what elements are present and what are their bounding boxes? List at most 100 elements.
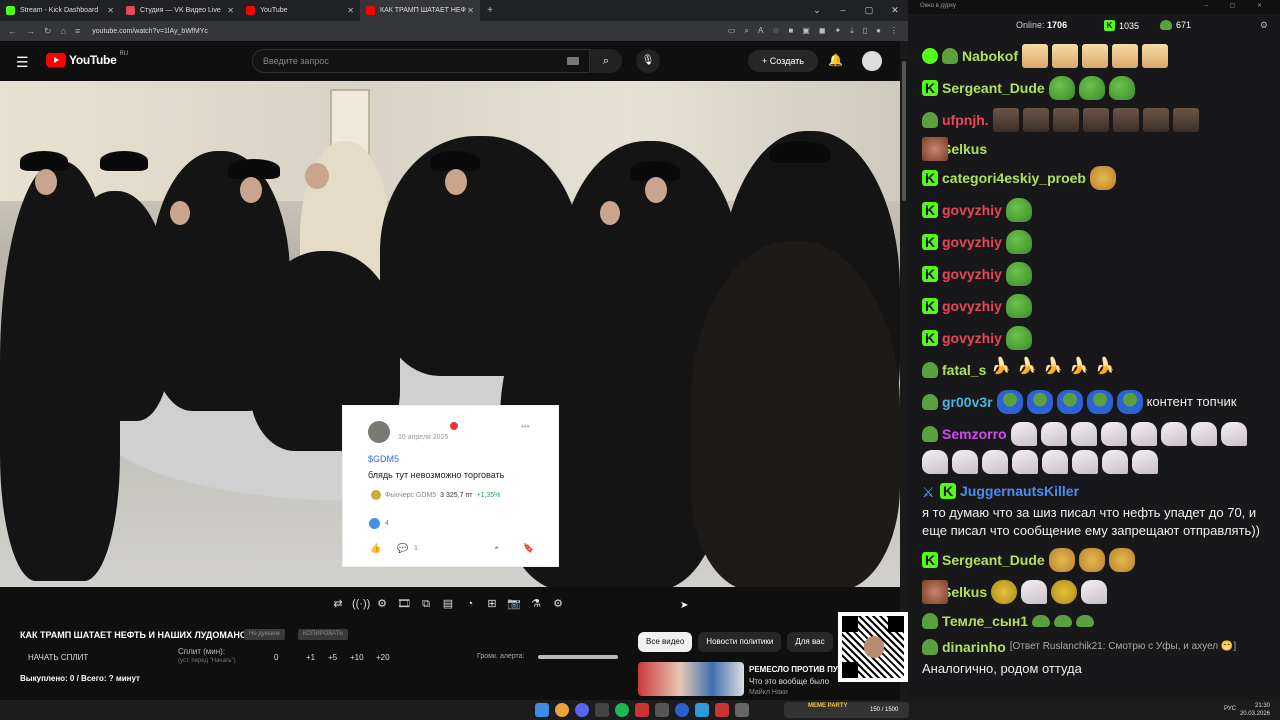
cast-icon[interactable]: ▭ — [728, 26, 736, 36]
window-controls[interactable]: – ▢ ✕ — [1205, 2, 1272, 9]
menu-hamburger-icon[interactable]: ☰ — [16, 54, 29, 71]
translate-icon[interactable]: A — [758, 26, 763, 36]
app-icon[interactable] — [635, 703, 649, 717]
chat-username[interactable]: dinarinho — [942, 638, 1006, 656]
more-icon[interactable]: ••• — [521, 422, 529, 431]
app-icon[interactable] — [735, 703, 749, 717]
chip-all-videos[interactable]: Все видео — [638, 632, 693, 652]
maximize-icon[interactable]: ▢ — [856, 0, 882, 21]
inc-10-button[interactable]: +10 — [350, 653, 364, 662]
back-icon[interactable]: ← — [8, 26, 17, 37]
clock[interactable]: 21:30 20.03.2026 — [1240, 702, 1270, 718]
gear-icon[interactable]: ⚙ — [550, 596, 566, 612]
scrollbar-thumb[interactable] — [902, 61, 906, 201]
create-button[interactable]: + Создать — [748, 50, 818, 72]
close-icon[interactable]: ✕ — [227, 6, 234, 15]
extension-icon[interactable]: ■ — [788, 26, 793, 36]
inc-20-button[interactable]: +20 — [376, 653, 390, 662]
frames-icon[interactable]: ▤ — [440, 596, 456, 612]
screenshot-icon[interactable]: 📷 — [506, 596, 522, 612]
chat-username[interactable]: JuggernautsKiller — [960, 482, 1079, 500]
chat-username[interactable]: categori4eskiy_proeb — [942, 169, 1086, 187]
close-window-icon[interactable]: ✕ — [882, 0, 908, 21]
comment-icon[interactable]: 💬 — [397, 543, 408, 554]
url-field[interactable]: youtube.com/watch?v=1lAy_bWfMYc — [92, 28, 728, 35]
chat-username[interactable]: Nabokof — [962, 47, 1018, 65]
new-tab-button[interactable]: + — [480, 0, 500, 21]
search-input[interactable]: Введите запрос — [252, 49, 590, 73]
share-icon[interactable]: ◓ — [494, 543, 499, 553]
close-icon[interactable]: ✕ — [347, 6, 354, 15]
app-icon[interactable] — [715, 703, 729, 717]
tab-video[interactable]: КАК ТРАМП ШАТАЕТ НЕФ ✕ — [360, 0, 480, 21]
tab-vk-studio[interactable]: Студия — VK Видео Live ✕ — [120, 0, 240, 21]
bookmark-icon[interactable]: ☆ — [772, 26, 779, 36]
home-icon[interactable]: ⌂ — [61, 26, 66, 37]
camera-settings-icon[interactable]: ⚙ — [374, 596, 390, 612]
menu-icon[interactable]: ⋮ — [890, 26, 898, 36]
pip-icon[interactable]: ⧉ — [418, 596, 434, 612]
chat-username[interactable]: gr00v3r — [942, 393, 993, 411]
sidebar-icon[interactable]: ▯ — [863, 26, 867, 36]
start-split-button[interactable]: НАЧАТЬ СПЛИТ — [28, 653, 88, 662]
chat-username[interactable]: fatal_s — [942, 361, 986, 379]
spotify-icon[interactable] — [615, 703, 629, 717]
zoom-icon[interactable]: ⌕ — [744, 26, 748, 36]
app-icon[interactable] — [675, 703, 689, 717]
download-icon[interactable]: ⤓ — [850, 26, 854, 36]
reload-icon[interactable]: ↻ — [44, 26, 52, 37]
chat-username[interactable]: Selkus — [942, 140, 987, 158]
flask-icon[interactable]: ⚗ — [528, 596, 544, 612]
inc-5-button[interactable]: +5 — [328, 653, 337, 662]
broadcast-icon[interactable]: ((·)) — [352, 596, 370, 612]
keyboard-language[interactable]: РУС — [1224, 706, 1236, 712]
chat-username[interactable]: Semzorro — [942, 425, 1007, 443]
film-icon[interactable]: 🎞 — [396, 596, 412, 612]
app-icon[interactable] — [655, 703, 669, 717]
alert-volume-slider[interactable] — [538, 655, 618, 659]
puzzle-icon[interactable]: ✦ — [835, 26, 842, 36]
avatar[interactable] — [862, 51, 882, 71]
minimize-icon[interactable]: – — [830, 0, 856, 21]
site-info-icon[interactable]: ≡ — [75, 26, 80, 37]
recommended-video[interactable]: РЕМЕСЛО ПРОТИВ ПУ Что это вообще было Ма… — [638, 662, 838, 698]
copy-button[interactable]: КОПИРОВАТЬ — [298, 629, 349, 640]
bell-icon[interactable]: 🔔 — [828, 53, 843, 67]
pill-button[interactable]: Не думаем — [244, 629, 285, 640]
chat-username[interactable]: govyzhiy — [942, 329, 1002, 347]
keyboard-icon[interactable] — [567, 57, 579, 65]
chip-for-you[interactable]: Для вас — [787, 632, 833, 652]
plus-box-icon[interactable]: ⊞ — [484, 596, 500, 612]
gear-icon[interactable]: ⚙ — [1260, 20, 1268, 31]
tab-youtube[interactable]: YouTube ✕ — [240, 0, 360, 21]
chat-username[interactable]: Темле_сын1 — [942, 612, 1028, 630]
windows-start-icon[interactable] — [535, 703, 549, 717]
chat-username[interactable]: ufpnjh. — [942, 111, 989, 129]
chat-username[interactable]: govyzhiy — [942, 265, 1002, 283]
chat-username[interactable]: govyzhiy — [942, 297, 1002, 315]
swap-icon[interactable]: ⇄ — [330, 596, 346, 612]
profile-icon[interactable]: ● — [876, 26, 881, 36]
recommended-title[interactable]: РЕМЕСЛО ПРОТИВ ПУ — [749, 665, 838, 674]
forward-icon[interactable]: → — [26, 26, 35, 37]
chrome-icon[interactable] — [555, 703, 569, 717]
chat-username[interactable]: Sergeant_Dude — [942, 79, 1045, 97]
voice-search-button[interactable]: 🎙 — [636, 49, 660, 73]
extension-icon[interactable]: ◼ — [819, 26, 826, 36]
split-value[interactable]: 0 — [274, 653, 278, 662]
tab-kick-dashboard[interactable]: Stream - Kick Dashboard ✕ — [0, 0, 120, 21]
extension-icon[interactable]: ▣ — [802, 26, 810, 36]
search-button[interactable]: ⌕ — [590, 49, 622, 73]
chat-username[interactable]: Sergeant_Dude — [942, 551, 1045, 569]
youtube-logo[interactable]: YouTube RU — [46, 51, 128, 67]
page-scrollbar[interactable] — [900, 41, 908, 700]
discord-icon[interactable] — [575, 703, 589, 717]
chat-username[interactable]: govyzhiy — [942, 233, 1002, 251]
inc-1-button[interactable]: +1 — [306, 653, 315, 662]
tab-search-icon[interactable]: ⌄ — [804, 0, 830, 21]
telegram-icon[interactable] — [695, 703, 709, 717]
chat-username[interactable]: govyzhiy — [942, 201, 1002, 219]
recommended-thumbnail[interactable] — [638, 662, 744, 696]
close-icon[interactable]: ✕ — [107, 6, 114, 15]
like-icon[interactable]: 👍 — [370, 543, 381, 554]
